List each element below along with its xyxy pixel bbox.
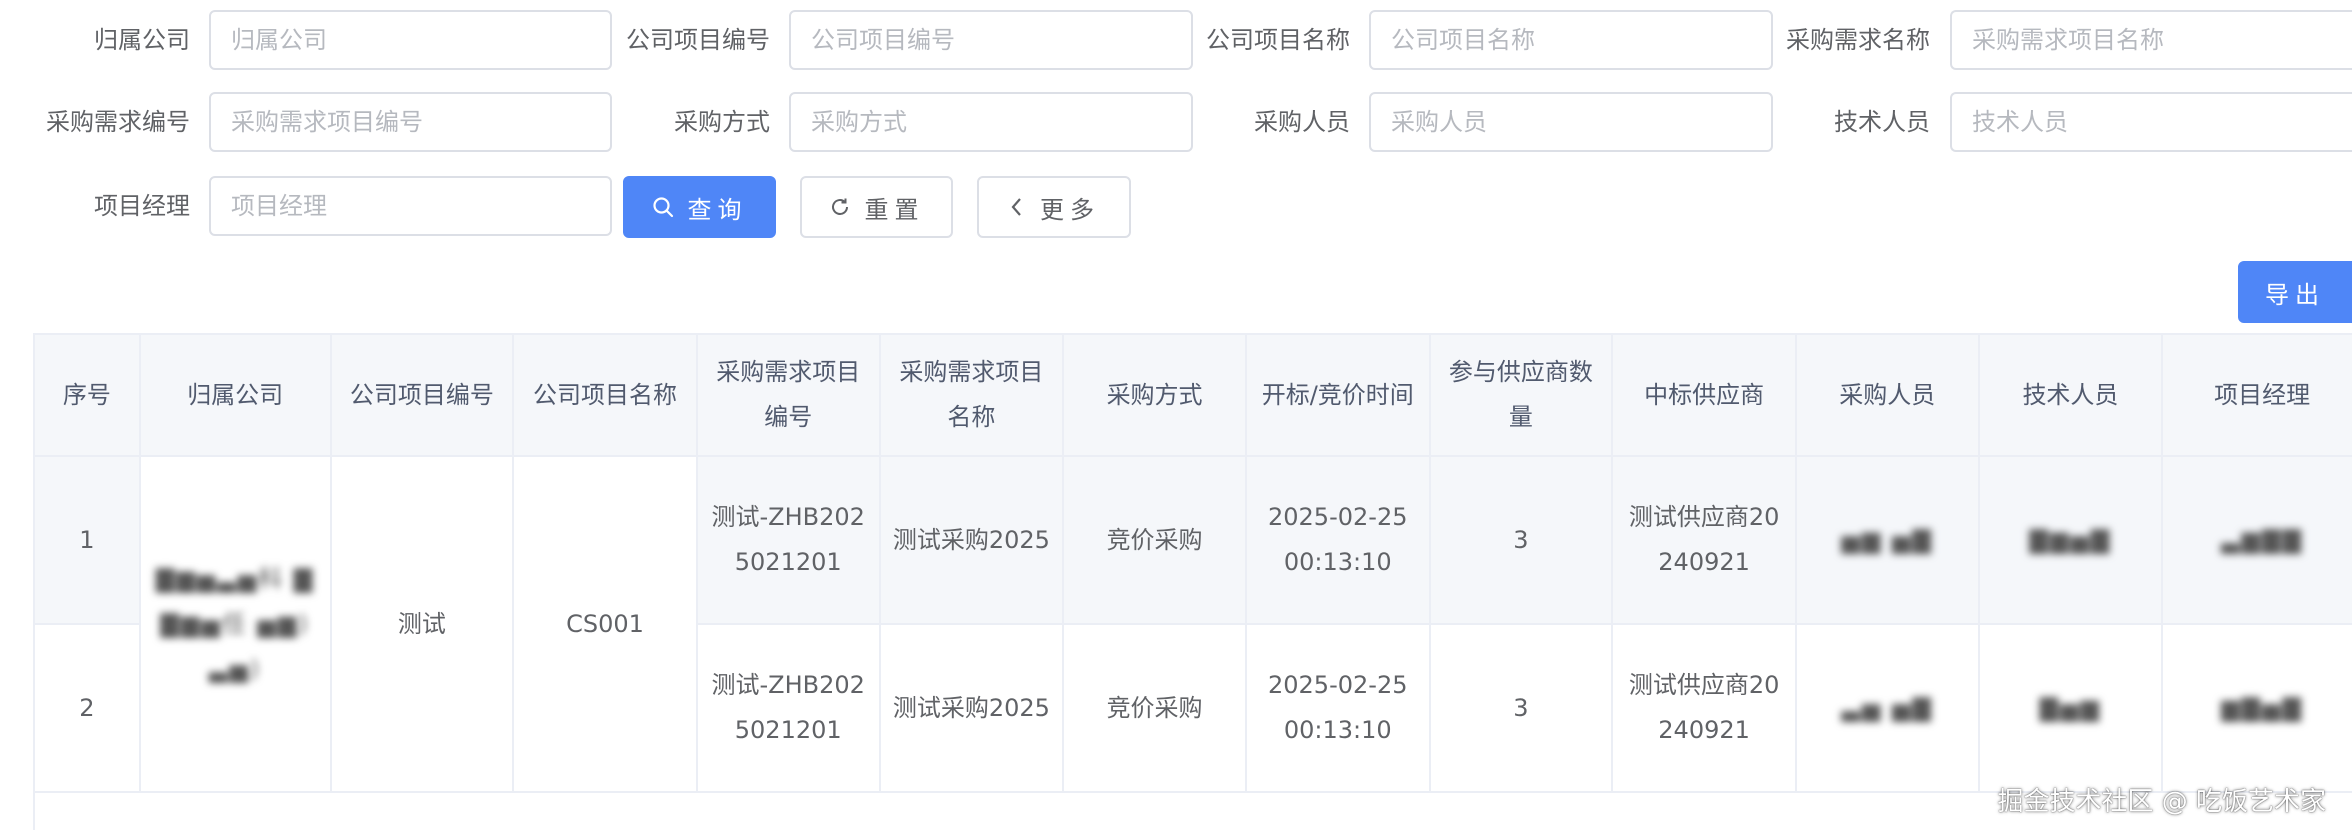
cell-tech: ▇▅▆ — [1978, 624, 2164, 793]
refresh-icon — [829, 196, 851, 218]
cell-project-no: 测试 — [330, 456, 515, 793]
company-label: 归属公司 — [94, 26, 190, 54]
table-header-row: 序号 归属公司 公司项目编号 公司项目名称 采购需求项目编号 采购需求项目名称 … — [35, 335, 2352, 457]
cell-demand-name: 测试采购2025 — [879, 456, 1065, 625]
blurred-company-name: ▇▆▅▃▅科 ▇▇▆▅任 ▅▆) ▃▅) — [156, 564, 315, 683]
blurred-buyer: ▅▆ ▅▇ — [1841, 525, 1933, 554]
search-button-label: 查询 — [687, 195, 748, 224]
column-header: 序号 — [35, 335, 141, 457]
cell-index: 2 — [35, 624, 141, 793]
cell-demand-name: 测试采购2025 — [879, 624, 1065, 793]
reset-button-label: 重置 — [864, 195, 925, 224]
export-button-label: 导出 — [2265, 280, 2325, 309]
tech-input[interactable] — [1950, 92, 2352, 152]
cell-tech: ▇▆▅▇ — [1978, 456, 2164, 625]
cell-winner: 测试供应商20240921 — [1612, 456, 1797, 625]
project-name-input[interactable] — [1369, 10, 1773, 70]
blurred-tech: ▇▅▆ — [2039, 693, 2102, 722]
manager-label: 项目经理 — [94, 192, 190, 220]
cell-index: 1 — [35, 456, 141, 625]
more-button-label: 更多 — [1040, 195, 1100, 224]
cell-winner: 测试供应商20240921 — [1612, 624, 1797, 793]
cell-time: 2025-02-25 00:13:10 — [1245, 456, 1431, 625]
cell-company: ▇▆▅▃▅科 ▇▇▆▅任 ▅▆) ▃▅) — [139, 456, 332, 793]
blurred-tech: ▇▆▅▇ — [2029, 525, 2112, 554]
table-row[interactable]: 1 ▇▆▅▃▅科 ▇▇▆▅任 ▅▆) ▃▅) 测试 CS001 测试-ZHB20… — [35, 456, 2352, 793]
cell-manager: ▃▆▇▇ — [2162, 456, 2352, 625]
cell-supplier-count: 3 — [1429, 624, 1614, 793]
column-header: 项目经理 — [2162, 335, 2352, 457]
chevron-left-icon — [1008, 196, 1026, 218]
company-input[interactable] — [209, 10, 612, 70]
column-header: 公司项目名称 — [513, 335, 698, 457]
column-header: 采购方式 — [1063, 335, 1247, 457]
column-header: 开标/竞价时间 — [1245, 335, 1431, 457]
cell-buyer: ▃▅ ▅▇ — [1795, 624, 1980, 793]
export-button[interactable]: 导出 — [2238, 261, 2352, 323]
manager-input[interactable] — [209, 176, 612, 236]
results-table: 序号 归属公司 公司项目编号 公司项目名称 采购需求项目编号 采购需求项目名称 … — [33, 333, 2352, 830]
buyer-input[interactable] — [1369, 92, 1773, 152]
column-header: 采购人员 — [1795, 335, 1980, 457]
cell-demand-no: 测试-ZHB2025021201 — [696, 456, 881, 625]
search-icon — [652, 196, 674, 218]
project-no-label: 公司项目编号 — [626, 26, 770, 54]
column-header: 归属公司 — [139, 335, 332, 457]
column-header: 采购需求项目名称 — [879, 335, 1065, 457]
column-header: 参与供应商数量 — [1429, 335, 1614, 457]
more-button[interactable]: 更多 — [977, 176, 1131, 238]
cell-method: 竞价采购 — [1063, 456, 1247, 625]
blurred-buyer: ▃▅ ▅▇ — [1841, 693, 1933, 722]
cell-manager: ▆▇▅▇ — [2162, 624, 2352, 793]
demand-name-input[interactable] — [1950, 10, 2352, 70]
procurement-query-page: 归属公司 公司项目编号 公司项目名称 采购需求名称 采购需求编号 采购方式 采购… — [0, 0, 2352, 830]
search-button[interactable]: 查询 — [623, 176, 776, 238]
method-input[interactable] — [789, 92, 1193, 152]
cell-demand-no: 测试-ZHB2025021201 — [696, 624, 881, 793]
project-name-label: 公司项目名称 — [1206, 26, 1350, 54]
demand-name-label: 采购需求名称 — [1786, 26, 1930, 54]
cell-method: 竞价采购 — [1063, 624, 1247, 793]
watermark: 掘金技术社区 @ 吃饭艺术家 — [1997, 787, 2326, 817]
column-header: 技术人员 — [1978, 335, 2164, 457]
column-header: 中标供应商 — [1612, 335, 1797, 457]
buyer-label: 采购人员 — [1254, 108, 1350, 136]
blurred-manager: ▆▇▅▇ — [2221, 693, 2304, 722]
method-label: 采购方式 — [674, 108, 770, 136]
demand-no-input[interactable] — [209, 92, 612, 152]
blurred-manager: ▃▆▇▇ — [2221, 525, 2304, 554]
tech-label: 技术人员 — [1834, 108, 1930, 136]
column-header: 采购需求项目编号 — [696, 335, 881, 457]
project-no-input[interactable] — [789, 10, 1193, 70]
demand-no-label: 采购需求编号 — [46, 108, 190, 136]
column-header: 公司项目编号 — [330, 335, 515, 457]
cell-project-name: CS001 — [513, 456, 698, 793]
cell-buyer: ▅▆ ▅▇ — [1795, 456, 1980, 625]
cell-time: 2025-02-25 00:13:10 — [1245, 624, 1431, 793]
cell-supplier-count: 3 — [1429, 456, 1614, 625]
reset-button[interactable]: 重置 — [800, 176, 953, 238]
